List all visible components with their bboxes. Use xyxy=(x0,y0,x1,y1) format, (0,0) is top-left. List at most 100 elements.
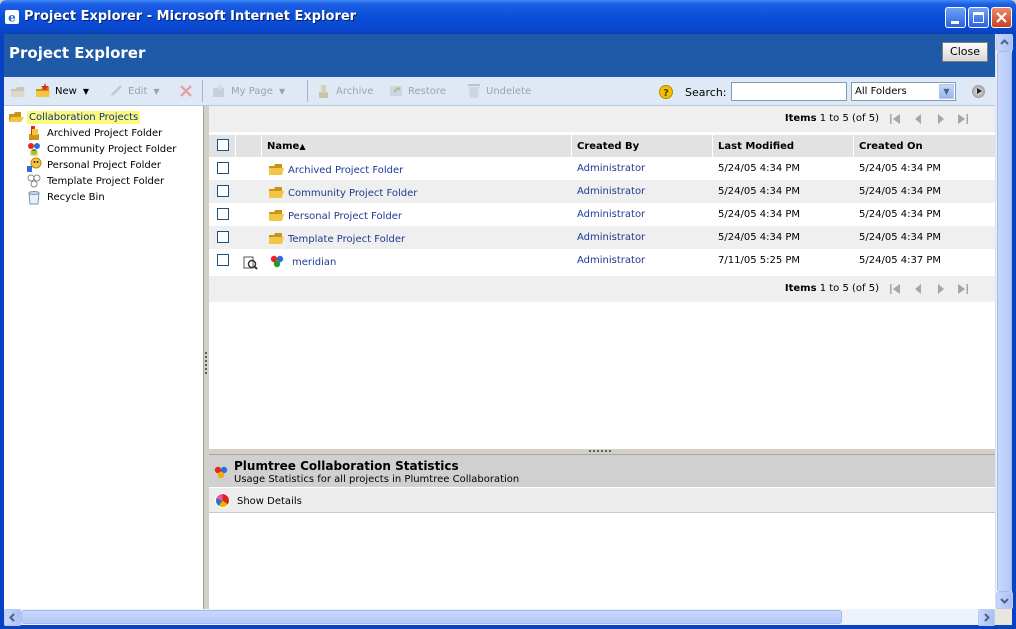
window-frame-bottom xyxy=(0,625,1016,629)
row-created-by[interactable]: Administrator xyxy=(577,249,645,272)
last-page-icon[interactable] xyxy=(957,113,969,125)
help-icon[interactable]: ? xyxy=(659,85,673,99)
previous-page-icon[interactable] xyxy=(912,113,924,125)
undelete-label: Undelete xyxy=(486,85,532,97)
row-checkbox[interactable] xyxy=(217,254,229,266)
splitter-grip xyxy=(205,352,207,374)
window-frame-right xyxy=(1012,34,1016,629)
row-created-by[interactable]: Administrator xyxy=(577,157,645,180)
tree-item-template[interactable]: Template Project Folder xyxy=(26,173,166,189)
undelete-button[interactable]: Undelete xyxy=(466,82,531,100)
folder-icon xyxy=(269,164,284,175)
folder-icon xyxy=(269,210,284,221)
created-by-column-header[interactable]: Created By xyxy=(572,135,713,157)
row-checkbox[interactable] xyxy=(217,208,229,220)
up-folder-button[interactable] xyxy=(10,82,30,100)
row-checkbox[interactable] xyxy=(217,162,229,174)
search-input[interactable] xyxy=(731,82,847,101)
scroll-up-button[interactable] xyxy=(996,34,1013,51)
scroll-right-button[interactable] xyxy=(978,609,995,626)
vertical-scroll-thumb[interactable] xyxy=(997,51,1012,592)
delete-button[interactable] xyxy=(178,82,198,100)
previous-page-icon[interactable] xyxy=(912,283,924,295)
chevron-down-icon[interactable]: ▼ xyxy=(279,87,285,96)
toolbar-separator xyxy=(202,80,203,102)
maximize-button[interactable] xyxy=(968,7,989,28)
table-row[interactable]: Template Project Folder Administrator 5/… xyxy=(209,226,995,249)
chevron-down-icon[interactable]: ▼ xyxy=(939,84,954,99)
horizontal-scroll-thumb[interactable] xyxy=(21,610,842,624)
window-title: Project Explorer - Microsoft Internet Ex… xyxy=(24,9,357,24)
chevron-down-icon[interactable]: ▼ xyxy=(83,87,89,96)
name-column-header[interactable]: Name▲ xyxy=(262,135,572,157)
pencil-icon xyxy=(111,85,122,96)
toolbar-separator xyxy=(307,80,308,102)
row-name-link[interactable]: meridian xyxy=(292,249,336,272)
table-row[interactable]: Archived Project Folder Administrator 5/… xyxy=(209,157,995,180)
first-page-icon[interactable] xyxy=(889,113,901,125)
project-properties-icon[interactable] xyxy=(243,255,258,270)
tree-root-collaboration-projects[interactable]: Collaboration Projects xyxy=(8,109,141,125)
name-column-label: Name xyxy=(267,141,300,152)
toolbar: New ▼ Edit ▼ My Page ▼ Archive Restore U… xyxy=(4,77,995,106)
scroll-down-button[interactable] xyxy=(996,592,1013,609)
last-page-icon[interactable] xyxy=(957,283,969,295)
my-page-label: My Page xyxy=(231,85,273,97)
first-page-icon[interactable] xyxy=(889,283,901,295)
scrollbar-corner xyxy=(995,609,1012,625)
row-name-link[interactable]: Community Project Folder xyxy=(288,180,417,203)
tree-item-recycle-bin[interactable]: Recycle Bin xyxy=(26,189,107,205)
scroll-left-button[interactable] xyxy=(4,609,21,626)
row-created-by[interactable]: Administrator xyxy=(577,203,645,226)
row-last-modified: 5/24/05 4:34 PM xyxy=(718,163,801,174)
table-row[interactable]: Community Project Folder Administrator 5… xyxy=(209,180,995,203)
last-modified-column-header[interactable]: Last Modified xyxy=(713,135,854,157)
table-row[interactable]: Personal Project Folder Administrator 5/… xyxy=(209,203,995,226)
tree-item-label: Community Project Folder xyxy=(47,143,177,155)
minimize-button[interactable] xyxy=(945,7,966,28)
archived-folder-icon xyxy=(29,126,39,140)
row-created-by[interactable]: Administrator xyxy=(577,226,645,249)
row-created-on: 5/24/05 4:34 PM xyxy=(859,209,942,220)
show-details-link[interactable]: Show Details xyxy=(237,496,302,507)
tree-item-personal[interactable]: Personal Project Folder xyxy=(26,157,163,173)
chevron-down-icon[interactable]: ▼ xyxy=(153,87,159,96)
chevron-down-icon xyxy=(1000,598,1009,604)
edit-button[interactable]: Edit ▼ xyxy=(108,82,160,100)
my-page-button[interactable]: My Page ▼ xyxy=(211,82,285,100)
next-page-icon[interactable] xyxy=(935,283,947,295)
row-last-modified: 7/11/05 5:25 PM xyxy=(718,255,801,266)
close-window-button[interactable] xyxy=(991,7,1012,28)
new-button[interactable]: New ▼ xyxy=(35,82,89,100)
created-on-column-header[interactable]: Created On xyxy=(854,135,995,157)
row-created-on: 5/24/05 4:34 PM xyxy=(859,186,942,197)
row-checkbox[interactable] xyxy=(217,231,229,243)
personal-folder-icon xyxy=(27,157,42,172)
row-name-link[interactable]: Archived Project Folder xyxy=(288,157,403,180)
close-button[interactable]: Close xyxy=(942,42,988,62)
row-checkbox[interactable] xyxy=(217,185,229,197)
restore-button[interactable]: Restore xyxy=(388,82,446,100)
folder-filter-select[interactable]: All Folders ▼ xyxy=(851,82,956,101)
archive-button[interactable]: Archive xyxy=(316,82,373,100)
row-name-link[interactable]: Template Project Folder xyxy=(288,226,405,249)
tree-root-label: Collaboration Projects xyxy=(27,110,141,124)
row-created-by[interactable]: Administrator xyxy=(577,180,645,203)
show-details-bar[interactable]: Show Details xyxy=(209,488,995,513)
row-created-on: 5/24/05 4:37 PM xyxy=(859,255,942,266)
search-go-button[interactable] xyxy=(972,85,985,98)
pager-prefix: Items xyxy=(784,283,817,294)
vertical-scrollbar[interactable] xyxy=(995,34,1013,609)
select-all-checkbox[interactable] xyxy=(217,139,229,151)
horizontal-scrollbar[interactable] xyxy=(4,609,1012,626)
next-page-icon[interactable] xyxy=(935,113,947,125)
table-row[interactable]: meridian Administrator 7/11/05 5:25 PM 5… xyxy=(209,249,995,272)
delete-x-icon xyxy=(180,85,192,97)
chevron-up-icon xyxy=(1000,39,1009,45)
pager-bottom: Items 1 to 5 (of 5) xyxy=(209,276,995,302)
chevron-left-icon xyxy=(9,613,15,622)
tree-item-community[interactable]: Community Project Folder xyxy=(26,141,178,157)
row-name-link[interactable]: Personal Project Folder xyxy=(288,203,402,226)
tree-item-archived[interactable]: Archived Project Folder xyxy=(26,125,164,141)
tree-item-label: Personal Project Folder xyxy=(47,159,161,171)
